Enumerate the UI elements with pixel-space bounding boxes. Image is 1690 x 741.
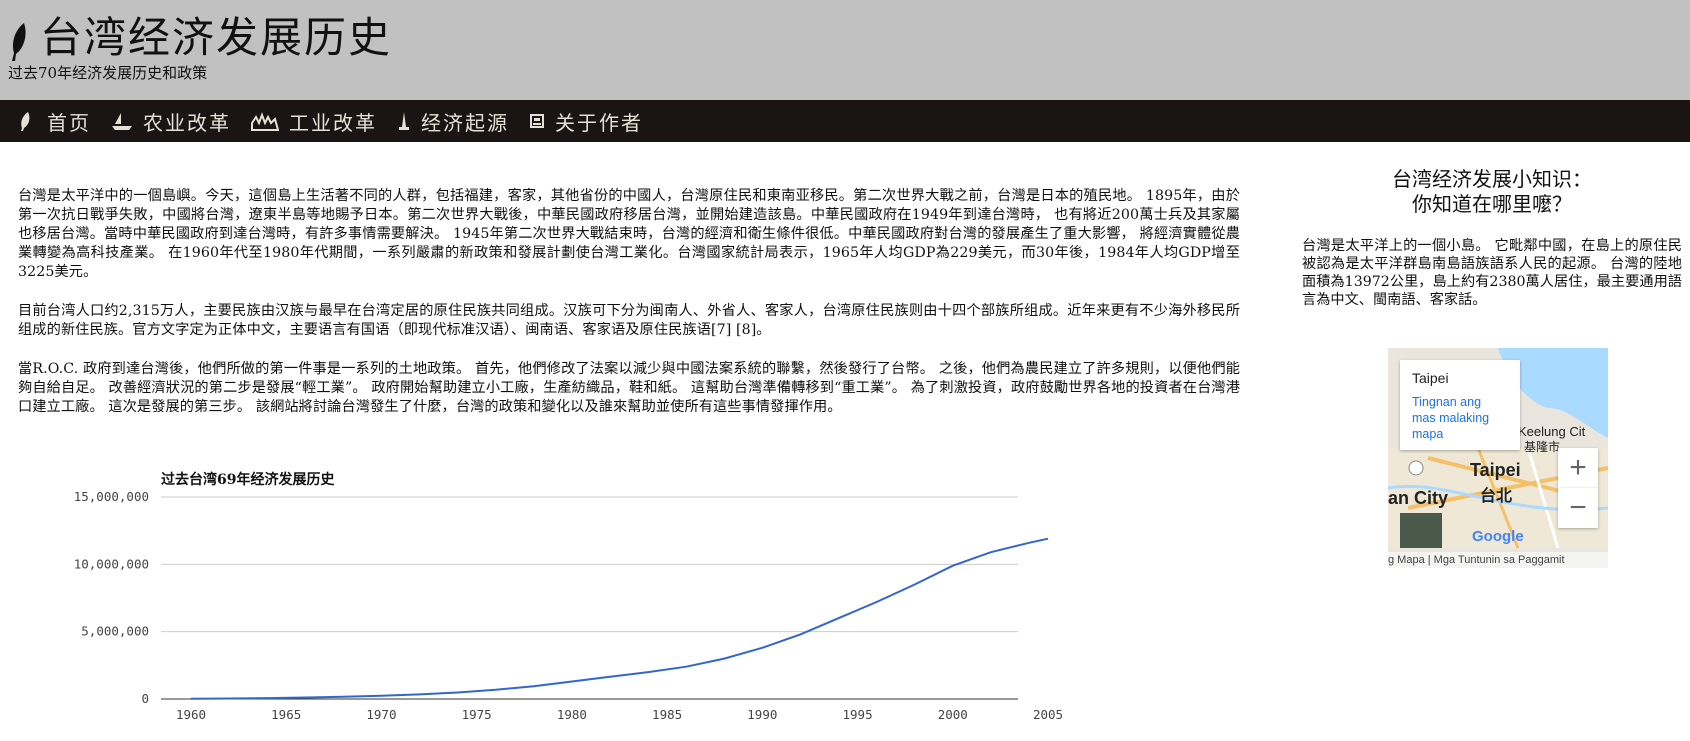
main-content: 台灣是太平洋中的一個島嶼。今天，這個島上生活著不同的人群，包括福建，客家，其他省…	[18, 187, 1240, 722]
sidebar-title-line1: 台湾经济发展小知识：	[1392, 167, 1592, 191]
map-label-keelung: Keelung Cit	[1518, 424, 1586, 439]
sidebar-text: 台灣是太平洋上的一個小島。 它毗鄰中國，在島上的原住民被認為是太平洋群島南島語族…	[1302, 238, 1682, 308]
sidebar-title: 台湾经济发展小知识： 你知道在哪里嚒？	[1302, 167, 1682, 217]
map-label-new-taipei: an City	[1388, 488, 1449, 508]
x-tick-label: 1990	[747, 707, 777, 722]
map-city-name: Taipei	[1412, 370, 1449, 386]
x-tick-label: 1965	[271, 707, 301, 722]
x-tick-label: 1995	[843, 707, 873, 722]
google-map[interactable]: Keelung Cit 基隆市 Taipei 台北 an City Google…	[1388, 348, 1608, 568]
sidebar-title-line2: 你知道在哪里嚒？	[1412, 192, 1572, 216]
nav-home[interactable]: 首页	[15, 107, 91, 136]
sidebar: 台湾经济发展小知识： 你知道在哪里嚒？ 台灣是太平洋上的一個小島。 它毗鄰中國，…	[1302, 167, 1682, 568]
main-nav: 首页 农业改革 工业改革 经济起源 关于作者	[0, 100, 1690, 142]
nav-origin[interactable]: 经济起源	[397, 107, 509, 136]
y-tick-label: 0	[141, 691, 149, 706]
map-label-taipei: Taipei	[1470, 460, 1521, 480]
google-logo: Google	[1472, 528, 1524, 545]
nav-origin-label: 经济起源	[421, 110, 509, 135]
boat-icon	[112, 113, 132, 130]
intro-paragraph: 台灣是太平洋中的一個島嶼。今天，這個島上生活著不同的人群，包括福建，客家，其他省…	[18, 188, 1240, 280]
x-tick-label: 2000	[938, 707, 968, 722]
map-label-keelung-cn: 基隆市	[1524, 440, 1561, 454]
nav-home-label: 首页	[47, 110, 91, 135]
site-title: 台湾经济发展历史	[40, 13, 393, 62]
x-tick-label: 1970	[366, 707, 396, 722]
x-tick-label: 1960	[176, 707, 206, 722]
zoom-out-button[interactable]: −	[1558, 488, 1598, 528]
map-info-card: Taipei Tingnan ang mas malaking mapa	[1400, 360, 1520, 450]
map-footer[interactable]: g Mapa | Mga Tuntunin sa Paggamit	[1388, 552, 1608, 568]
economy-chart: 0 5,000,000 10,000,000 15,000,000 1960 1965 19…	[18, 467, 1138, 737]
y-tick-label: 5,000,000	[81, 624, 149, 639]
factory-icon	[251, 112, 279, 131]
y-tick-label: 10,000,000	[74, 556, 149, 571]
nav-author[interactable]: 关于作者	[529, 107, 643, 136]
site-header: 台湾经济发展历史 过去70年经济发展历史和政策	[0, 0, 1690, 100]
x-tick-label: 1985	[652, 707, 682, 722]
author-icon	[530, 114, 544, 128]
x-tick-label: 1975	[462, 707, 492, 722]
nav-industry-label: 工业改革	[289, 110, 377, 135]
gdp-series-line	[190, 537, 1049, 700]
x-tick-label: 2005	[1033, 707, 1063, 722]
x-tick-label: 1980	[557, 707, 587, 722]
nav-industry[interactable]: 工业改革	[251, 107, 377, 136]
nav-author-label: 关于作者	[555, 110, 643, 135]
zoom-in-button[interactable]: +	[1558, 448, 1598, 488]
nav-agriculture-label: 农业改革	[143, 110, 231, 135]
view-larger-map-link[interactable]: Tingnan ang mas malaking mapa	[1412, 394, 1508, 442]
y-tick-label: 15,000,000	[74, 489, 149, 504]
feather-logo-icon	[12, 23, 26, 61]
line-chart: 0 5,000,000 10,000,000 15,000,000 1960 1965 19…	[74, 489, 1063, 722]
tower-icon	[399, 112, 409, 130]
nav-agriculture[interactable]: 农业改革	[111, 107, 231, 136]
site-subtitle: 过去70年经济发展历史和政策	[8, 64, 208, 82]
policy-paragraph: 當R.O.C. 政府到達台灣後，他們所做的第一件事是一系列的土地政策。 首先，他…	[18, 361, 1240, 415]
feather-icon	[21, 112, 30, 131]
population-paragraph: 目前台湾人口约2,315万人，主要民族由汉族与最早在台湾定居的原住民族共同组成。…	[18, 303, 1240, 338]
map-label-taipei-cn: 台北	[1480, 488, 1513, 505]
